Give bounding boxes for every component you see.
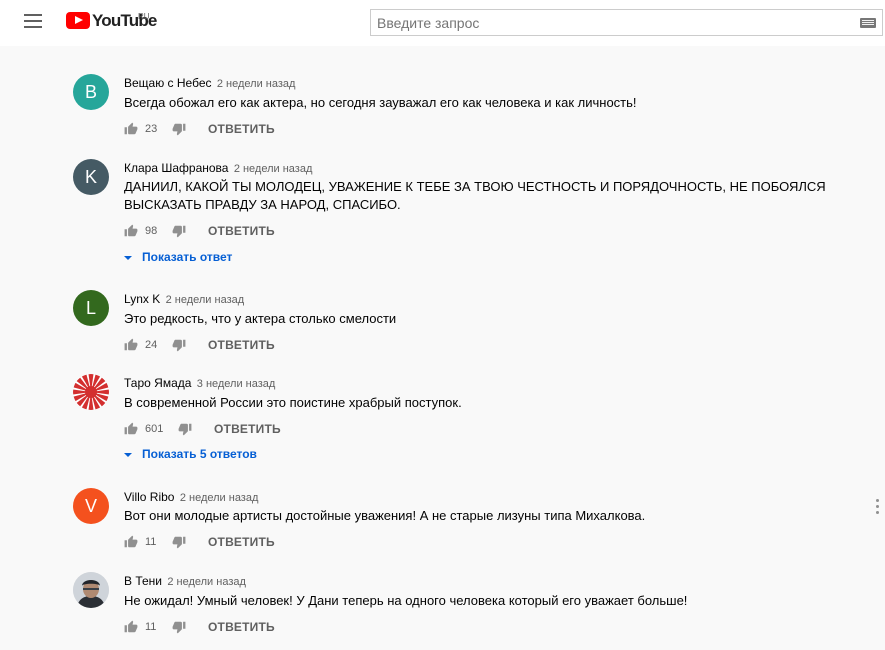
author-name[interactable]: Таро Ямада: [124, 376, 191, 390]
avatar[interactable]: В: [73, 74, 109, 110]
comment-text: Это редкость, что у актера столько смело…: [124, 311, 397, 326]
thumbs-down-icon[interactable]: [172, 224, 186, 238]
keyboard-icon[interactable]: [860, 18, 876, 28]
thumbs-up-icon[interactable]: [124, 122, 138, 136]
comment-time[interactable]: 2 недели назад: [166, 294, 245, 306]
author-line: Вещаю с Небес 2 недели назад: [124, 76, 295, 90]
reply-button[interactable]: ОТВЕТИТЬ: [208, 338, 275, 352]
reply-button[interactable]: ОТВЕТИТЬ: [208, 620, 275, 634]
like-count: 11: [145, 536, 157, 548]
like-count: 601: [145, 423, 164, 435]
thumbs-up-icon[interactable]: [124, 338, 138, 352]
thumbs-down-icon[interactable]: [172, 535, 186, 549]
masthead: YouTube RU: [0, 0, 885, 46]
thumbs-down-icon[interactable]: [172, 338, 186, 352]
thumbs-up-icon[interactable]: [124, 224, 138, 238]
comment-text: Всегда обожал его как актера, но сегодня…: [124, 95, 637, 110]
reply-button[interactable]: ОТВЕТИТЬ: [208, 535, 275, 549]
show-replies-label: Показать ответ: [142, 250, 233, 264]
avatar[interactable]: V: [73, 488, 109, 524]
comment-text: Не ожидал! Умный человек! У Дани теперь …: [124, 593, 688, 608]
like-count: 98: [145, 225, 158, 237]
chevron-down-icon: [124, 452, 132, 457]
comment-text: ДАНИИЛ, КАКОЙ ТЫ МОЛОДЕЦ, УВАЖЕНИЕ К ТЕБ…: [124, 179, 826, 212]
country-code: RU: [138, 12, 150, 21]
author-name[interactable]: Вещаю с Небес: [124, 76, 212, 90]
author-line: Таро Ямада 3 недели назад: [124, 376, 275, 390]
search-input[interactable]: [371, 10, 853, 35]
author-name[interactable]: Клара Шафранова: [124, 161, 228, 175]
user-photo-icon[interactable]: [73, 572, 109, 608]
chevron-down-icon: [124, 255, 132, 260]
thumbs-down-icon[interactable]: [178, 422, 192, 436]
comment-time[interactable]: 3 недели назад: [197, 378, 276, 390]
comment-time[interactable]: 2 недели назад: [167, 576, 246, 588]
comment-text: В современной России это поистине храбры…: [124, 395, 462, 410]
play-logo-icon: [66, 12, 90, 29]
more-actions-icon[interactable]: [876, 499, 880, 515]
like-count: 24: [145, 339, 158, 351]
reply-button[interactable]: ОТВЕТИТЬ: [208, 122, 275, 136]
thumbs-down-icon[interactable]: [172, 620, 186, 634]
comment-time[interactable]: 2 недели назад: [217, 78, 296, 90]
show-replies-button[interactable]: Показать 5 ответов: [124, 447, 257, 461]
author-name[interactable]: Lynx K: [124, 292, 160, 306]
rising-sun-flag-icon[interactable]: [73, 374, 109, 410]
reply-button[interactable]: ОТВЕТИТЬ: [208, 224, 275, 238]
comment-text: Вот они молодые артисты достойные уважен…: [124, 508, 646, 523]
show-replies-button[interactable]: Показать ответ: [124, 250, 232, 264]
comment-time[interactable]: 2 недели назад: [234, 163, 313, 175]
author-line: Клара Шафранова 2 недели назад: [124, 161, 312, 175]
author-line: В Тени 2 недели назад: [124, 574, 246, 588]
thumbs-down-icon[interactable]: [172, 122, 186, 136]
author-line: Villo Ribo 2 недели назад: [124, 490, 258, 504]
author-line: Lynx K 2 недели назад: [124, 292, 244, 306]
show-replies-label: Показать 5 ответов: [142, 447, 257, 461]
reply-button[interactable]: ОТВЕТИТЬ: [214, 422, 281, 436]
like-count: 11: [145, 621, 157, 633]
comment-time[interactable]: 2 недели назад: [180, 492, 259, 504]
thumbs-up-icon[interactable]: [124, 422, 138, 436]
menu-icon[interactable]: [24, 14, 42, 28]
like-count: 23: [145, 123, 158, 135]
avatar[interactable]: K: [73, 159, 109, 195]
avatar[interactable]: L: [73, 290, 109, 326]
author-name[interactable]: В Тени: [124, 574, 162, 588]
search-box[interactable]: [370, 9, 883, 36]
author-name[interactable]: Villo Ribo: [124, 490, 174, 504]
thumbs-up-icon[interactable]: [124, 535, 138, 549]
thumbs-up-icon[interactable]: [124, 620, 138, 634]
